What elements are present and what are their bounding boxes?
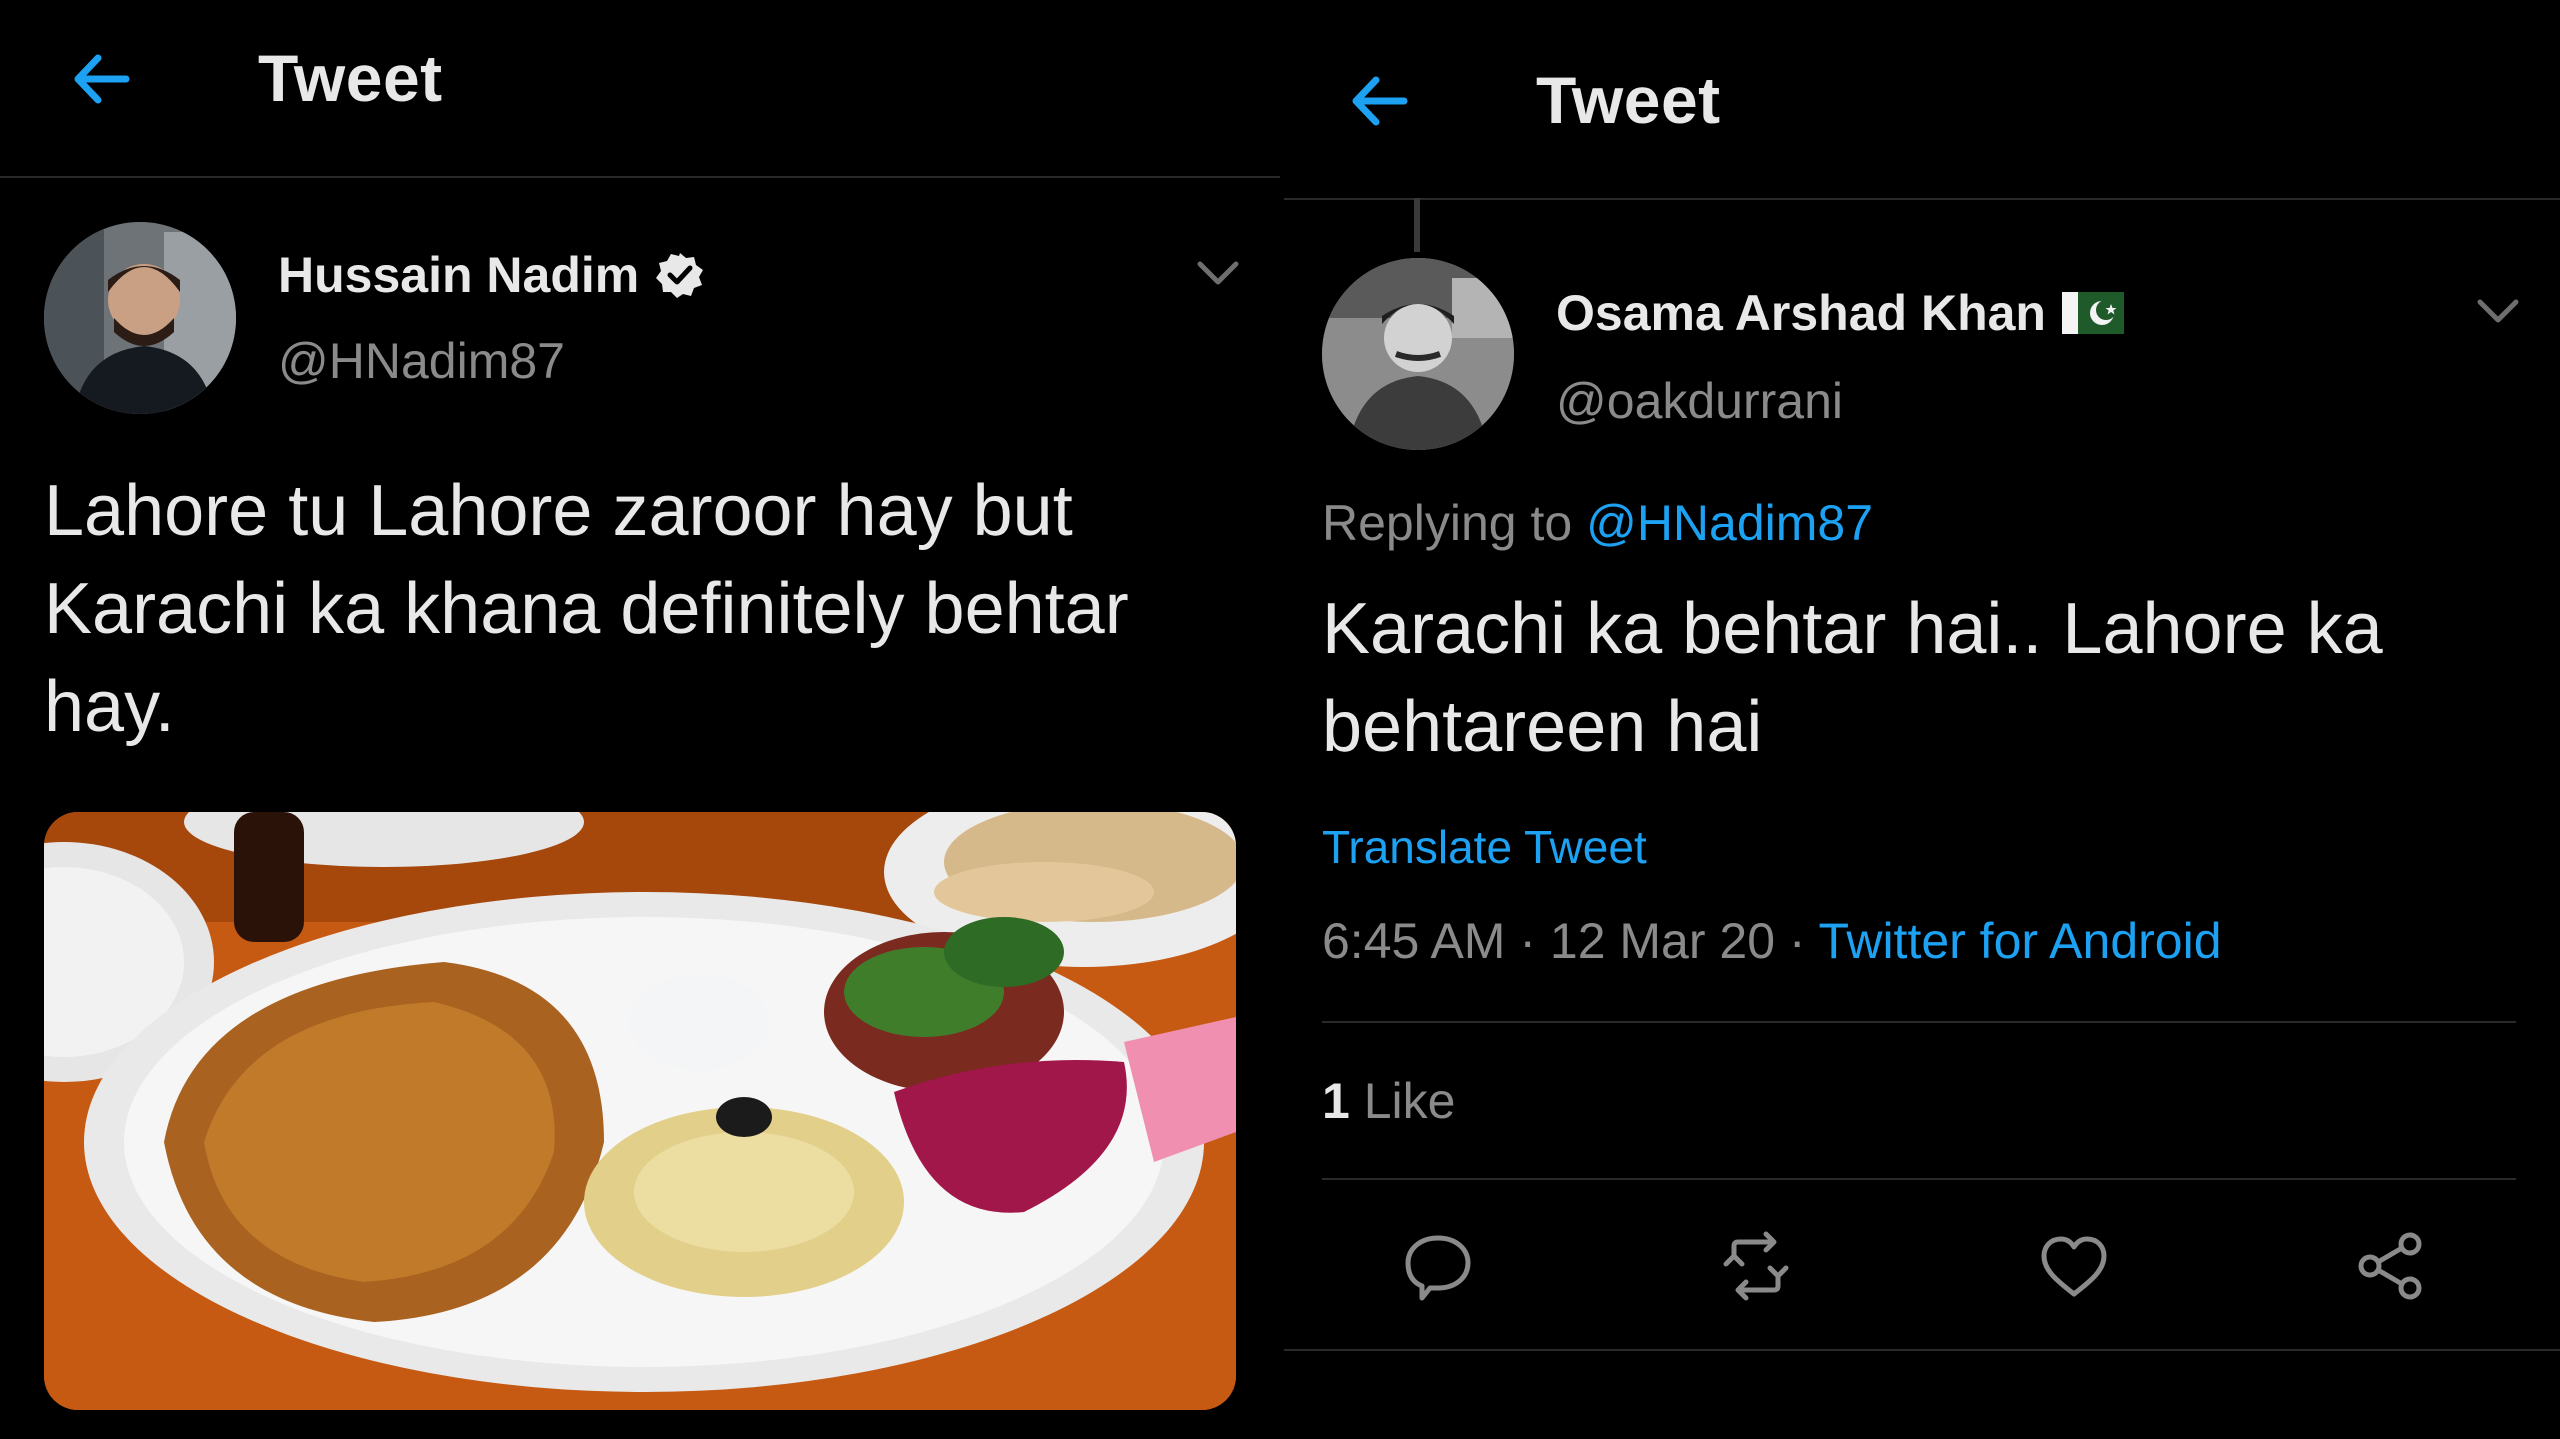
replying-mention-link[interactable]: @HNadim87 <box>1586 495 1873 551</box>
likes-label: Like <box>1363 1073 1456 1129</box>
page-title: Tweet <box>1536 63 1721 137</box>
divider <box>1284 1349 2560 1351</box>
arrow-left-icon[interactable] <box>1344 66 1414 136</box>
meta-separator: · <box>1775 913 1819 969</box>
replying-to: Replying to @HNadim87 <box>1322 494 1873 552</box>
author-name[interactable]: Osama Arshad Khan <box>1556 284 2046 342</box>
replying-prefix: Replying to <box>1322 495 1573 551</box>
chevron-down-icon[interactable] <box>1196 258 1240 288</box>
tweet-panel-original: Tweet Hussain Nadim @HNadim87 Lahore tu … <box>0 0 1280 1439</box>
top-bar: Tweet <box>0 0 1280 178</box>
share-icon[interactable] <box>2352 1228 2428 1304</box>
avatar-image <box>1322 258 1514 450</box>
author-handle[interactable]: @HNadim87 <box>278 332 565 390</box>
divider <box>1322 1021 2516 1023</box>
author-handle[interactable]: @oakdurrani <box>1556 372 1843 430</box>
chevron-down-icon[interactable] <box>2476 296 2520 326</box>
likes-count-link[interactable]: 1 Like <box>1322 1072 1455 1130</box>
likes-count: 1 <box>1322 1073 1350 1129</box>
page-title: Tweet <box>258 41 443 115</box>
tweet-metadata: 6:45 AM · 12 Mar 20 · Twitter for Androi… <box>1322 912 2222 970</box>
author-name-row[interactable]: Osama Arshad Khan <box>1556 284 2124 342</box>
tweet-source-link[interactable]: Twitter for Android <box>1819 913 2222 969</box>
top-bar: Tweet <box>1284 0 2560 200</box>
verified-badge-icon <box>656 253 704 298</box>
divider <box>1322 1178 2516 1180</box>
arrow-left-icon[interactable] <box>66 44 136 114</box>
reply-icon[interactable] <box>1400 1228 1476 1304</box>
avatar[interactable] <box>44 222 236 414</box>
tweet-date: 12 Mar 20 <box>1549 913 1776 969</box>
avatar-image <box>44 222 236 414</box>
tweet-media-image[interactable] <box>44 812 1236 1410</box>
thread-connector <box>1414 198 1420 252</box>
tweet-time: 6:45 AM <box>1322 913 1506 969</box>
food-photo <box>44 812 1236 1410</box>
meta-separator: · <box>1505 913 1550 969</box>
screenshot-canvas: Tweet Hussain Nadim @HNadim87 Lahore tu … <box>0 0 2560 1439</box>
author-name[interactable]: Hussain Nadim <box>278 246 639 304</box>
retweet-icon[interactable] <box>1718 1228 1794 1304</box>
pakistan-flag-icon <box>2061 292 2124 334</box>
translate-tweet-link[interactable]: Translate Tweet <box>1322 820 1647 874</box>
avatar[interactable] <box>1322 258 1514 450</box>
tweet-panel-reply: Tweet Osama Arshad Khan @oakdurrani Repl… <box>1284 0 2560 1439</box>
author-name-row[interactable]: Hussain Nadim <box>278 246 705 304</box>
tweet-text: Karachi ka behtar hai.. Lahore ka behtar… <box>1322 589 2383 767</box>
heart-icon[interactable] <box>2036 1228 2112 1304</box>
tweet-text: Lahore tu Lahore zaroor hay but Karachi … <box>44 471 1129 747</box>
